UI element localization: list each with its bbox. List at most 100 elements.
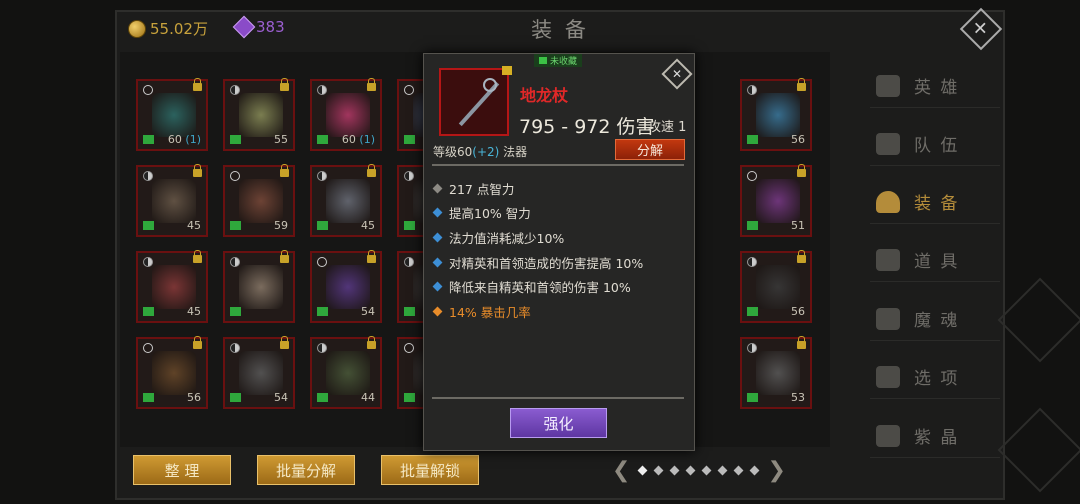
inventory-slot[interactable]: 56 — [740, 78, 812, 151]
page-dot[interactable] — [717, 465, 728, 476]
gem-counter: 383 — [232, 15, 285, 39]
book-icon — [230, 221, 241, 230]
bulk-dismantle-button[interactable]: 批量分解 — [257, 455, 355, 485]
inventory-slot[interactable] — [223, 250, 295, 323]
stat-text: 提高10% 智力 — [449, 206, 531, 222]
menu-item[interactable]: 紫 晶 — [870, 414, 1000, 458]
item-level-label: 45 — [187, 305, 201, 318]
book-icon — [230, 135, 241, 144]
page-dot[interactable] — [653, 465, 664, 476]
inventory-slot[interactable]: 59 — [223, 164, 295, 237]
item-art — [326, 265, 370, 309]
inventory-slot[interactable]: 53 — [740, 336, 812, 409]
book-icon — [747, 393, 758, 402]
inventory-slot[interactable]: 55 — [223, 78, 295, 151]
ring-icon — [317, 257, 327, 267]
ring-icon — [747, 171, 757, 181]
close-icon: ✕ — [671, 67, 683, 81]
page-indicator: ❮ ❯ — [612, 458, 786, 483]
lock-icon — [280, 78, 289, 91]
item-level-label: 51 — [791, 219, 805, 232]
stat-text: 14% 暴击几率 — [449, 304, 531, 320]
inventory-slot[interactable]: 54 — [310, 250, 382, 323]
inventory-slot[interactable]: 56 — [136, 336, 208, 409]
menu-item[interactable]: 队 伍 — [870, 122, 1000, 166]
inventory-slot[interactable]: 54 — [223, 336, 295, 409]
lock-icon[interactable] — [502, 66, 512, 75]
book-icon — [747, 135, 758, 144]
diamond-bullet-icon — [432, 232, 443, 243]
lock-icon — [193, 78, 202, 91]
inventory-slot[interactable]: 51 — [740, 164, 812, 237]
page-dot[interactable] — [733, 465, 744, 476]
lock-icon — [193, 250, 202, 263]
inventory-slot[interactable]: 60 (1) — [136, 78, 208, 151]
page-dot[interactable] — [685, 465, 696, 476]
page-title: 装 备 — [531, 18, 589, 42]
crystal-icon — [876, 424, 900, 447]
ring-icon — [143, 343, 153, 353]
item-attack-speed: 攻速 1 — [648, 120, 687, 135]
gear-icon — [876, 365, 900, 388]
enhance-button[interactable]: 强化 — [510, 408, 607, 438]
yin-yang-icon — [143, 257, 153, 267]
book-icon — [317, 221, 328, 230]
lock-icon — [193, 164, 202, 177]
yin-yang-icon — [317, 343, 327, 353]
diamond-bullet-icon — [432, 183, 443, 194]
gold-amount: 55.02万 — [150, 20, 208, 38]
prev-page-icon[interactable]: ❮ — [612, 458, 630, 483]
menu-item[interactable]: 魔 魂 — [870, 297, 1000, 341]
inventory-slot[interactable]: 44 — [310, 336, 382, 409]
book-icon — [404, 135, 415, 144]
lock-icon — [280, 250, 289, 263]
diamond-bullet-icon — [432, 257, 443, 268]
menu-item[interactable]: 装 备 — [870, 180, 1000, 224]
item-art — [152, 265, 196, 309]
menu-item[interactable]: 道 具 — [870, 238, 1000, 282]
item-level-label: 56 — [791, 305, 805, 318]
dismantle-button[interactable]: 分解 — [615, 139, 685, 160]
inventory-slot[interactable]: 45 — [136, 164, 208, 237]
inventory-slot[interactable]: 45 — [310, 164, 382, 237]
staff-head — [483, 78, 497, 92]
divider — [432, 164, 684, 166]
inventory-slot[interactable]: 45 — [136, 250, 208, 323]
yin-yang-icon — [747, 343, 757, 353]
next-page-icon[interactable]: ❯ — [767, 458, 785, 483]
helmet-icon — [876, 190, 900, 213]
page-dot[interactable] — [701, 465, 712, 476]
inventory-slot[interactable]: 56 — [740, 250, 812, 323]
menu-item-label: 道 具 — [914, 252, 960, 272]
lock-icon — [797, 78, 806, 91]
item-name: 地龙杖 — [520, 86, 569, 105]
item-icon — [439, 68, 509, 136]
lock-icon — [280, 164, 289, 177]
book-icon — [317, 307, 328, 316]
page-dot[interactable] — [669, 465, 680, 476]
page-dot[interactable] — [637, 465, 648, 476]
diamond-bullet-icon — [432, 207, 443, 218]
book-icon — [317, 393, 328, 402]
item-art — [756, 93, 800, 137]
lock-icon — [280, 336, 289, 349]
item-level-label: 56 — [791, 133, 805, 146]
item-damage: 795 - 972 伤害 — [519, 116, 655, 138]
lock-icon — [367, 336, 376, 349]
sort-button[interactable]: 整 理 — [133, 455, 231, 485]
stat-text: 降低来自精英和首领的伤害 10% — [449, 280, 631, 296]
lock-icon — [797, 250, 806, 263]
menu-item-label: 英 雄 — [914, 78, 960, 98]
item-art — [239, 93, 283, 137]
inventory-slot[interactable]: 60 (1) — [310, 78, 382, 151]
item-level-label: 55 — [274, 133, 288, 146]
item-level-label: 44 — [361, 391, 375, 404]
menu-item[interactable]: 英 雄 — [870, 64, 1000, 108]
bulk-unlock-button[interactable]: 批量解锁 — [381, 455, 479, 485]
item-level-label: 59 — [274, 219, 288, 232]
favorite-toggle[interactable]: 未收藏 — [534, 54, 583, 67]
book-icon — [143, 393, 154, 402]
item-art — [326, 179, 370, 223]
menu-item[interactable]: 选 项 — [870, 355, 1000, 399]
page-dot[interactable] — [749, 465, 760, 476]
